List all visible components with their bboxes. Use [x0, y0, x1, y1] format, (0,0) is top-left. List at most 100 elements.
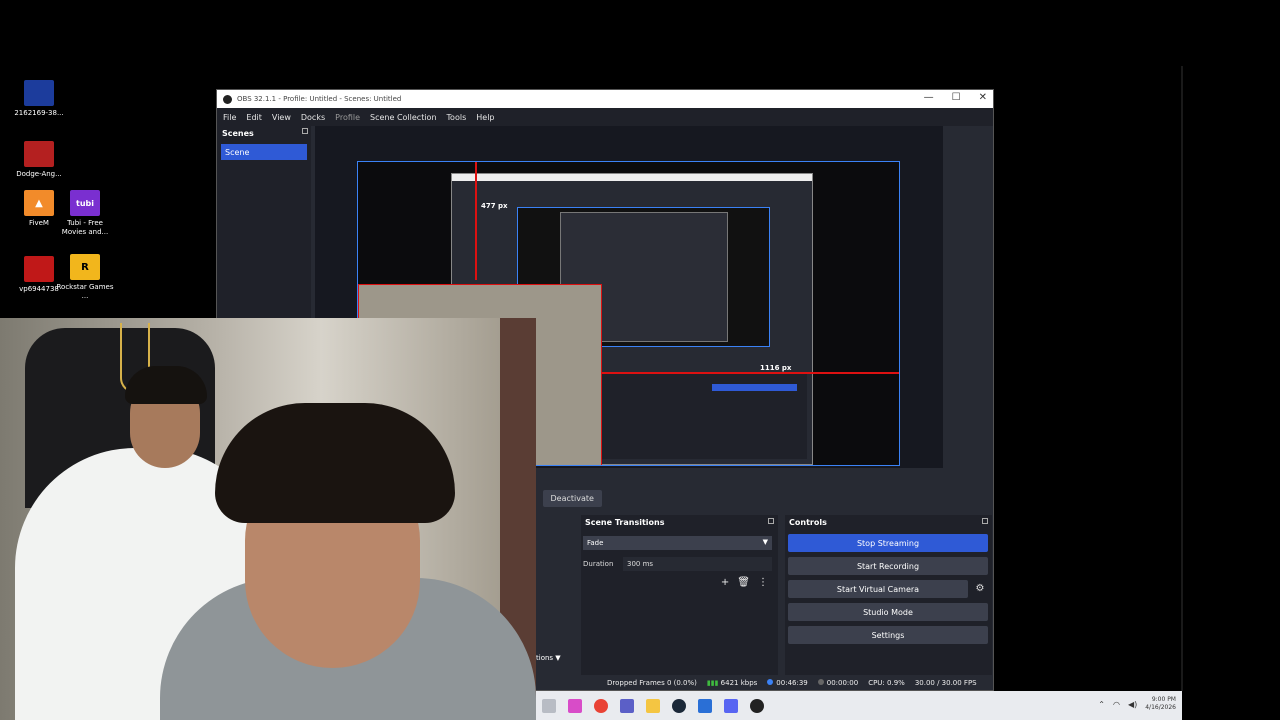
desktop-icon-label: vp6944738 [19, 285, 59, 293]
rec-time-value: 00:00:00 [826, 679, 859, 687]
steam-icon[interactable] [672, 698, 686, 713]
client-hair [125, 366, 207, 404]
nested-controls [602, 374, 807, 459]
menu-profile[interactable]: Profile [335, 113, 360, 122]
clock-date: 4/16/2026 [1145, 704, 1176, 711]
menu-edit[interactable]: Edit [246, 113, 262, 122]
cpu-usage: CPU: 0.9% [868, 679, 905, 687]
streamer-hair [215, 403, 455, 523]
stream-time-value: 00:46:39 [776, 679, 808, 687]
transitions-dropdown-label: tions [536, 654, 554, 662]
transition-selected: Fade [587, 539, 604, 547]
chrome-icon[interactable] [594, 698, 608, 713]
start-recording-button[interactable]: Start Recording [788, 557, 988, 575]
taskbar: ⌃ ◠ ◀) 9:00 PM 4/16/2026 [536, 691, 1182, 720]
image-file-icon [24, 256, 54, 282]
undock-icon[interactable] [302, 128, 308, 134]
teams-icon[interactable] [620, 698, 634, 713]
scene-item[interactable]: Scene [221, 144, 307, 160]
desktop-icon-file-1[interactable]: 2162169-38... [9, 80, 69, 118]
signal-icon: ▮▮▮ [706, 679, 721, 687]
desktop-icon-rockstar[interactable]: R Rockstar Games ... [55, 254, 115, 301]
deactivate-button[interactable]: Deactivate [542, 489, 602, 507]
menu-tools[interactable]: Tools [447, 113, 467, 122]
transition-tools: + 🗑 ⋮ [581, 577, 778, 588]
volume-icon[interactable]: ◀) [1128, 700, 1137, 709]
menu-docks[interactable]: Docks [301, 113, 325, 122]
controls-dock: Controls Stop Streaming Start Recording … [785, 515, 992, 675]
duration-input[interactable]: 300 ms [623, 557, 772, 571]
desktop-icon-tubi[interactable]: tubi Tubi - Free Movies and... [55, 190, 115, 237]
controls-header: Controls [785, 515, 992, 529]
remove-transition-button[interactable]: 🗑 [737, 577, 750, 588]
webcam-overlay [0, 318, 536, 720]
undock-icon[interactable] [982, 518, 988, 524]
controls-title: Controls [789, 517, 827, 527]
settings-button[interactable]: Settings [788, 626, 988, 644]
desktop-icon-label: Rockstar Games ... [56, 283, 114, 300]
tubi-icon: tubi [70, 190, 100, 216]
nested-stop-button [712, 384, 797, 391]
menu-bar: File Edit View Docks Profile Scene Colle… [217, 108, 993, 126]
gear-icon[interactable]: ⚙ [970, 583, 990, 594]
rockstar-icon: R [70, 254, 100, 280]
dropped-frames: Dropped Frames 0 (0.0%) [607, 679, 697, 687]
bitrate: ▮▮▮ 6421 kbps [707, 679, 757, 687]
scenes-header: Scenes [217, 126, 311, 140]
window-titlebar[interactable]: OBS 32.1.1 - Profile: Untitled - Scenes:… [217, 90, 993, 108]
desktop-icon-label: FiveM [29, 219, 49, 227]
virtual-camera-label: Start Virtual Camera [836, 584, 920, 594]
start-virtual-camera-button[interactable]: Start Virtual Camera ⚙ [788, 580, 984, 598]
desktop-icon-label: Tubi - Free Movies and... [61, 219, 109, 236]
nested-titlebar [452, 174, 812, 181]
transitions-dropdown[interactable]: tions ▼ [536, 654, 561, 662]
minimize-button[interactable]: — [924, 92, 934, 103]
clock[interactable]: 9:00 PM 4/16/2026 [1145, 696, 1176, 712]
obs-taskbar-icon[interactable] [750, 698, 764, 713]
status-bar: Dropped Frames 0 (0.0%) ▮▮▮ 6421 kbps 00… [537, 676, 994, 690]
menu-scene-collection[interactable]: Scene Collection [370, 113, 437, 122]
image-file-icon [24, 80, 54, 106]
fivem-icon: ▲ [24, 190, 54, 216]
file-explorer-icon[interactable] [542, 698, 556, 713]
tray-chevron-icon[interactable]: ⌃ [1098, 700, 1105, 709]
scene-transitions-dock: Scene Transitions Fade ▼ Duration 300 ms… [581, 515, 778, 675]
guide-line-horizontal [600, 372, 899, 374]
desktop-icon-label: 2162169-38... [14, 109, 64, 117]
clock-time: 9:00 PM [1151, 696, 1176, 703]
chevron-down-icon: ▼ [762, 538, 768, 546]
menu-view[interactable]: View [272, 113, 291, 122]
fps: 30.00 / 30.00 FPS [914, 679, 977, 687]
guide-line-vertical [475, 162, 477, 280]
menu-file[interactable]: File [223, 113, 236, 122]
size-label-top: 477 px [481, 202, 508, 210]
undock-icon[interactable] [768, 518, 774, 524]
studio-mode-button[interactable]: Studio Mode [788, 603, 988, 621]
wifi-icon[interactable]: ◠ [1113, 700, 1120, 709]
maximize-button[interactable]: ☐ [952, 92, 961, 103]
record-status-icon [817, 679, 824, 685]
duration-row: Duration 300 ms [581, 557, 778, 571]
transition-select[interactable]: Fade ▼ [583, 536, 772, 550]
system-tray: ⌃ ◠ ◀) 9:00 PM 4/16/2026 [1098, 696, 1176, 712]
rec-time: 00:00:00 [817, 679, 859, 687]
desktop-icon-file-2[interactable]: Dodge-Ang... [9, 141, 69, 179]
close-button[interactable]: ✕ [979, 92, 987, 103]
stop-streaming-button[interactable]: Stop Streaming [788, 534, 988, 552]
transitions-header: Scene Transitions [581, 515, 778, 529]
obs-logo-icon [223, 94, 232, 104]
folder-icon[interactable] [646, 698, 660, 713]
discord-icon[interactable] [724, 698, 738, 713]
duration-label: Duration [583, 560, 614, 568]
app-icon[interactable] [698, 698, 712, 713]
scenes-title: Scenes [222, 128, 254, 138]
size-label-right: 1116 px [760, 364, 792, 372]
stream-time: 00:46:39 [767, 679, 808, 687]
menu-help[interactable]: Help [476, 113, 494, 122]
bitrate-value: 6421 kbps [720, 679, 758, 687]
more-options-button[interactable]: ⋮ [758, 577, 768, 588]
window-title: OBS 32.1.1 - Profile: Untitled - Scenes:… [237, 95, 402, 103]
transitions-title: Scene Transitions [585, 517, 665, 527]
add-transition-button[interactable]: + [721, 577, 729, 588]
copilot-icon[interactable] [568, 698, 582, 713]
